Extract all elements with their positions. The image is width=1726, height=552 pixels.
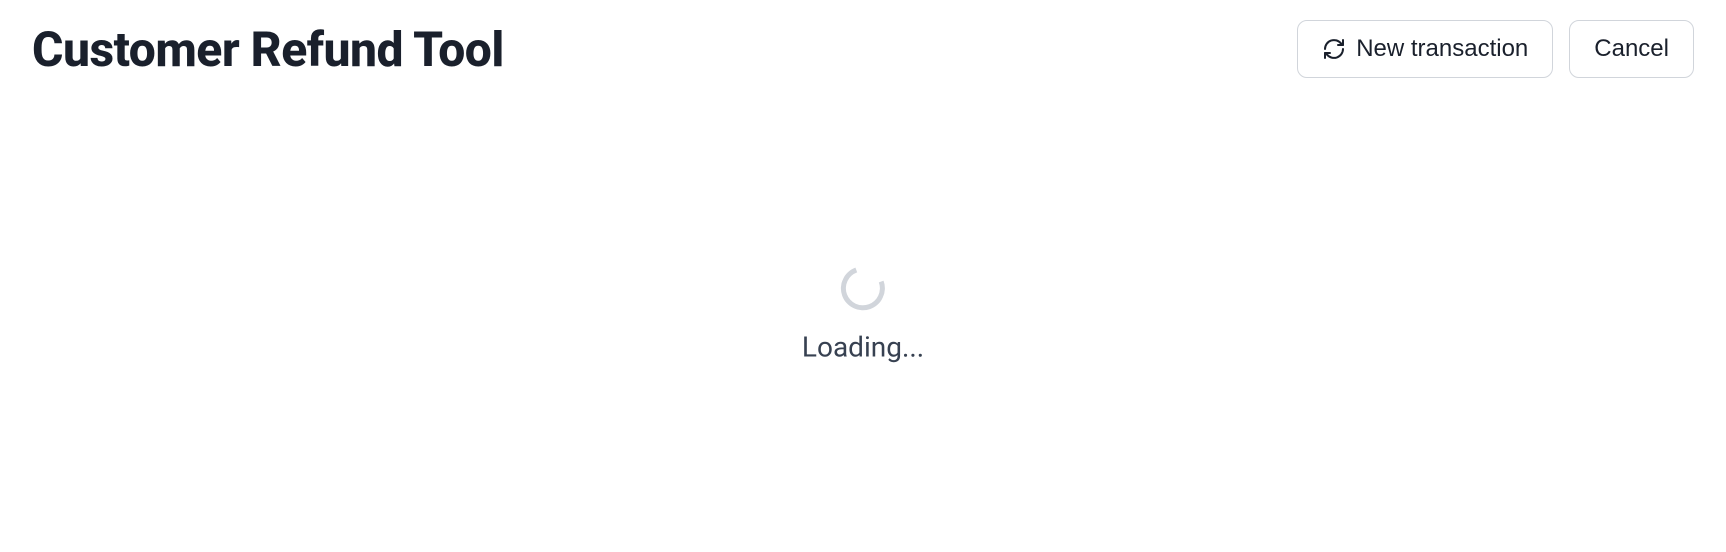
header-actions: New transaction Cancel [1297,20,1694,78]
spinner-icon [834,259,892,317]
new-transaction-button[interactable]: New transaction [1297,20,1553,78]
loading-text: Loading... [802,330,924,363]
new-transaction-label: New transaction [1356,35,1528,63]
page-header: Customer Refund Tool New transaction Can… [0,0,1726,78]
refresh-icon [1322,37,1346,61]
cancel-label: Cancel [1594,35,1669,63]
page-title: Customer Refund Tool [32,21,504,78]
loading-container: Loading... [802,266,924,363]
cancel-button[interactable]: Cancel [1569,20,1694,78]
